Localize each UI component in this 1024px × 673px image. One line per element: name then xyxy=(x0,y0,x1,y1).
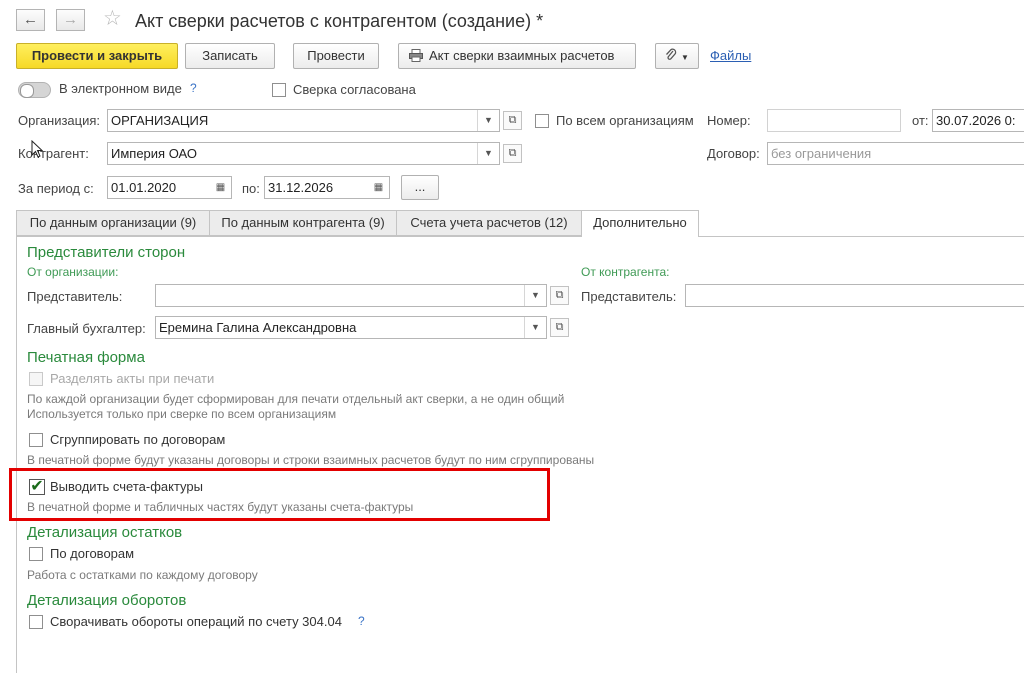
split-acts-label: Разделять акты при печати xyxy=(50,371,215,386)
period-to-label: по: xyxy=(242,181,260,196)
number-label: Номер: xyxy=(707,113,751,128)
forward-button[interactable]: → xyxy=(56,9,85,31)
tab-counterparty-data[interactable]: По данным контрагента (9) xyxy=(209,210,397,236)
section-representatives: Представители сторон xyxy=(27,244,186,261)
favorite-star-icon[interactable]: ☆ xyxy=(103,8,122,30)
electronic-label: В электронном виде xyxy=(59,81,182,96)
toggle-knob xyxy=(20,84,34,98)
back-button[interactable]: ← xyxy=(16,9,45,31)
counterparty-label: Контрагент: xyxy=(18,146,89,161)
open-counterparty-icon[interactable]: ⧉ xyxy=(503,144,522,163)
period-from-value: 01.01.2020 xyxy=(111,180,177,195)
post-and-close-button[interactable]: Провести и закрыть xyxy=(16,43,178,69)
chevron-down-icon[interactable]: ▼ xyxy=(524,285,546,306)
electronic-toggle[interactable] xyxy=(18,82,51,98)
tab-additional[interactable]: Дополнительно xyxy=(581,210,699,237)
counterparty-representative-field[interactable] xyxy=(685,284,1024,307)
print-report-button[interactable]: Акт сверки взаимных расчетов xyxy=(398,43,636,69)
all-organizations-checkbox[interactable] xyxy=(535,114,549,128)
section-turnovers: Детализация оборотов xyxy=(27,592,187,609)
save-button[interactable]: Записать xyxy=(185,43,275,69)
calendar-icon[interactable]: ▦ xyxy=(210,177,231,198)
chief-accountant-value: Еремина Галина Александровна xyxy=(159,320,357,335)
representative-label: Представитель: xyxy=(27,289,123,304)
calendar-icon[interactable]: ▦ xyxy=(368,177,389,198)
by-contracts-checkbox[interactable] xyxy=(29,547,43,561)
by-contracts-label: По договорам xyxy=(50,546,135,561)
open-organization-icon[interactable]: ⧉ xyxy=(503,111,522,130)
organization-value: ОРГАНИЗАЦИЯ xyxy=(111,113,209,128)
forward-arrow-icon: → xyxy=(63,11,78,28)
organization-field[interactable]: ОРГАНИЗАЦИЯ ▼ xyxy=(107,109,500,132)
representative-field[interactable]: ▼ xyxy=(155,284,547,307)
counterparty-representative-label: Представитель: xyxy=(581,289,677,304)
collapse-turnovers-checkbox[interactable] xyxy=(29,615,43,629)
split-acts-hint-2: Используется только при сверке по всем о… xyxy=(27,407,337,421)
open-representative-icon[interactable]: ⧉ xyxy=(550,286,569,305)
period-from-field[interactable]: 01.01.2020 ▦ xyxy=(107,176,232,199)
all-organizations-label: По всем организациям xyxy=(556,113,694,128)
group-by-contracts-label: Сгруппировать по договорам xyxy=(50,432,226,447)
contract-field[interactable]: без ограничения xyxy=(767,142,1024,165)
open-chief-accountant-icon[interactable]: ⧉ xyxy=(550,318,569,337)
split-acts-hint-1: По каждой организации будет сформирован … xyxy=(27,392,565,406)
period-to-value: 31.12.2026 xyxy=(268,180,334,195)
window-title: Акт сверки расчетов с контрагентом (созд… xyxy=(135,11,544,31)
by-contracts-hint: Работа с остатками по каждому договору xyxy=(27,568,258,582)
mouse-cursor-icon xyxy=(31,140,43,158)
agreed-label: Сверка согласована xyxy=(293,82,416,97)
paperclip-icon xyxy=(666,48,677,60)
period-to-field[interactable]: 31.12.2026 ▦ xyxy=(264,176,390,199)
group-by-contracts-hint: В печатной форме будут указаны договоры … xyxy=(27,453,595,467)
collapse-turnovers-label: Сворачивать обороты операций по счету 30… xyxy=(50,614,342,629)
counterparty-value: Империя ОАО xyxy=(111,146,198,161)
document-date-field[interactable]: 30.07.2026 0: xyxy=(932,109,1024,132)
chevron-down-icon: ▼ xyxy=(681,53,689,62)
section-balances: Детализация остатков xyxy=(27,524,183,541)
split-acts-checkbox[interactable] xyxy=(29,372,43,386)
chief-accountant-field[interactable]: Еремина Галина Александровна ▼ xyxy=(155,316,547,339)
from-organization-label: От организации: xyxy=(27,265,119,279)
chevron-down-icon[interactable]: ▼ xyxy=(477,110,499,131)
choose-period-button[interactable]: ... xyxy=(401,175,439,200)
highlight-rectangle xyxy=(9,468,550,521)
files-link[interactable]: Файлы xyxy=(710,48,751,63)
group-by-contracts-checkbox[interactable] xyxy=(29,433,43,447)
tab-organization-data[interactable]: По данным организации (9) xyxy=(16,210,210,236)
turnovers-help-icon[interactable]: ? xyxy=(358,614,365,628)
counterparty-field[interactable]: Империя ОАО ▼ xyxy=(107,142,500,165)
tab-accounts[interactable]: Счета учета расчетов (12) xyxy=(396,210,582,236)
chevron-down-icon[interactable]: ▼ xyxy=(524,317,546,338)
period-label: За период с: xyxy=(18,181,94,196)
agreed-checkbox[interactable] xyxy=(272,83,286,97)
number-field[interactable] xyxy=(767,109,901,132)
back-arrow-icon: ← xyxy=(23,11,38,28)
attach-button[interactable]: ▼ xyxy=(655,43,699,69)
electronic-help-icon[interactable]: ? xyxy=(190,81,197,95)
contract-label: Договор: xyxy=(707,146,760,161)
chevron-down-icon[interactable]: ▼ xyxy=(477,143,499,164)
chief-accountant-label: Главный бухгалтер: xyxy=(27,321,146,336)
organization-label: Организация: xyxy=(18,113,101,128)
date-from-label: от: xyxy=(912,113,929,128)
section-print-form: Печатная форма xyxy=(27,349,145,366)
print-report-label: Акт сверки взаимных расчетов xyxy=(429,48,615,63)
post-button[interactable]: Провести xyxy=(293,43,379,69)
printer-icon xyxy=(409,49,423,62)
tab-active-gap xyxy=(582,235,698,238)
from-counterparty-label: От контрагента: xyxy=(581,265,670,279)
